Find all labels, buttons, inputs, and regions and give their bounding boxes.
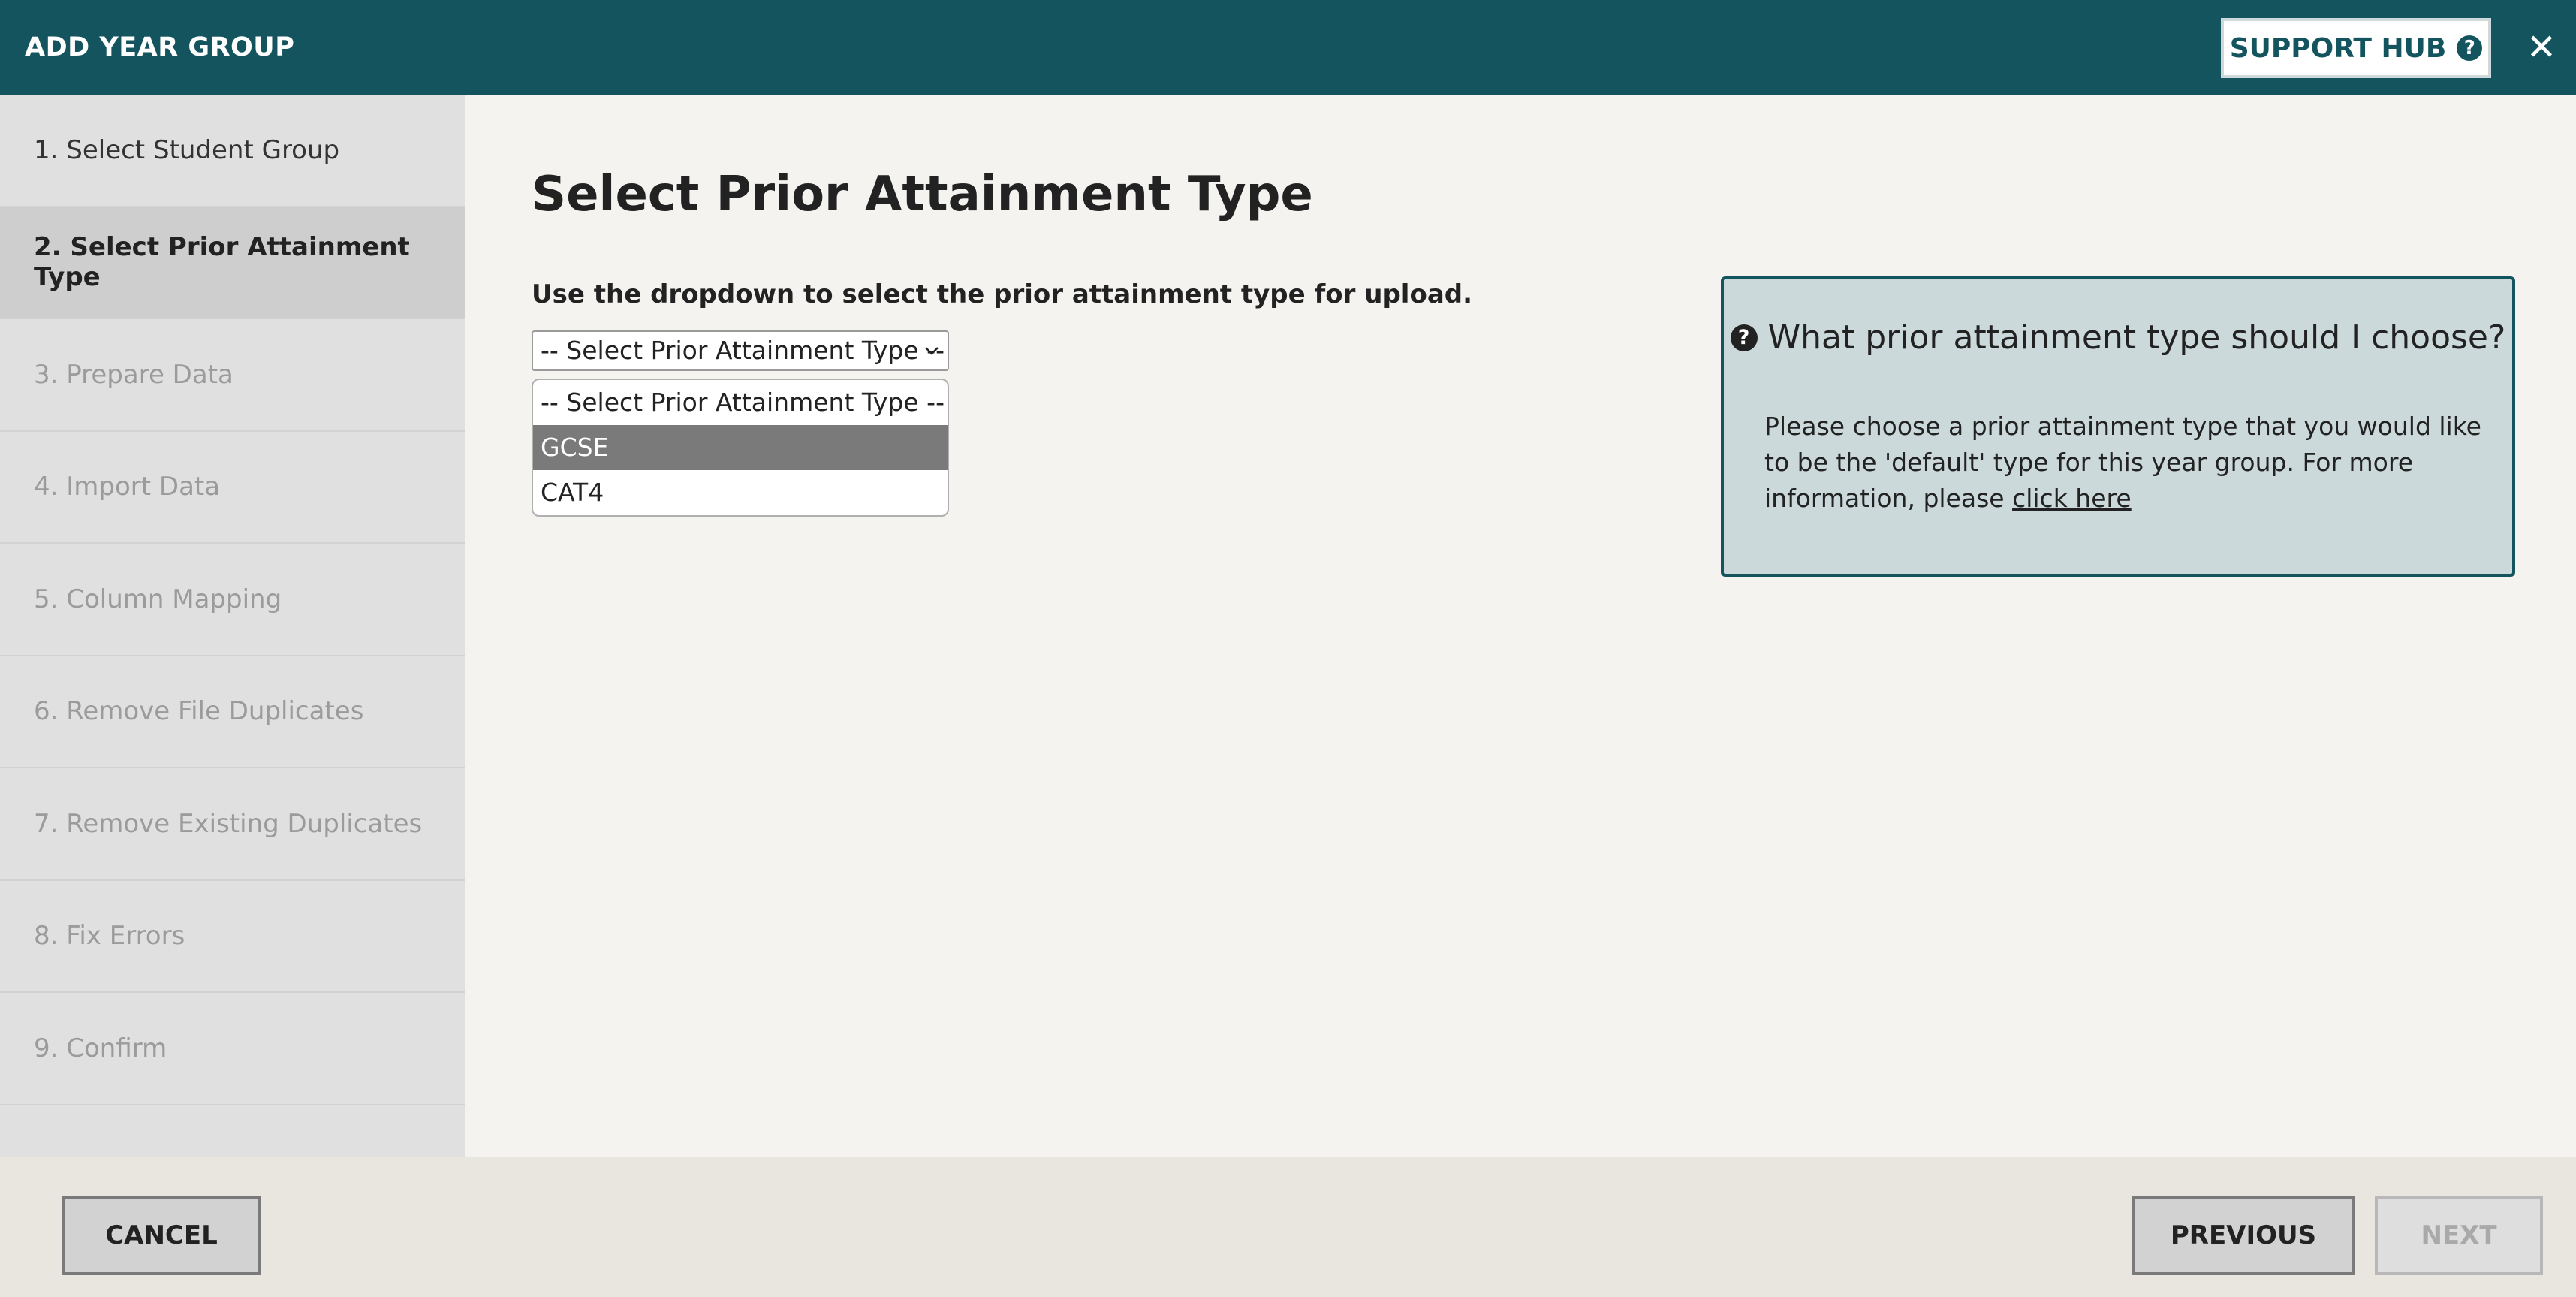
step-label: 4. Import Data <box>34 472 221 502</box>
step-label: 2. Select Prior Attainment Type <box>34 232 410 293</box>
step-remove-file-duplicates: 6. Remove File Duplicates <box>0 656 465 768</box>
help-info-box: ? What prior attainment type should I ch… <box>1721 276 2515 577</box>
app-header: ADD YEAR GROUP SUPPORT HUB ? ✕ <box>0 0 2576 95</box>
step-label: 3. Prepare Data <box>34 359 233 390</box>
previous-button[interactable]: PREVIOUS <box>2132 1196 2355 1275</box>
cancel-button[interactable]: CANCEL <box>62 1196 261 1275</box>
info-heading-text: What prior attainment type should I choo… <box>1767 318 2506 357</box>
prior-attainment-options: -- Select Prior Attainment Type -- GCSE … <box>532 379 949 517</box>
step-label: 1. Select Student Group <box>34 134 340 165</box>
next-button[interactable]: NEXT <box>2375 1196 2543 1275</box>
info-heading: ? What prior attainment type should I ch… <box>1724 318 2512 357</box>
main-content: Select Prior Attainment Type Use the dro… <box>465 95 2576 1157</box>
close-icon[interactable]: ✕ <box>2523 23 2560 72</box>
step-select-prior-attainment-type[interactable]: 2. Select Prior Attainment Type <box>0 207 465 319</box>
support-hub-label: SUPPORT HUB <box>2229 32 2447 64</box>
step-select-student-group[interactable]: 1. Select Student Group <box>0 95 465 207</box>
option-gcse[interactable]: GCSE <box>533 425 948 470</box>
wizard-footer: CANCEL PREVIOUS NEXT <box>0 1157 2576 1297</box>
step-label: 8. Fix Errors <box>34 921 185 952</box>
click-here-link[interactable]: click here <box>2012 484 2132 513</box>
step-remove-existing-duplicates: 7. Remove Existing Duplicates <box>0 768 465 881</box>
dialog-title: ADD YEAR GROUP <box>25 32 295 62</box>
step-label: 6. Remove File Duplicates <box>34 696 364 727</box>
select-value: -- Select Prior Attainment Type -- <box>541 336 945 365</box>
support-hub-button[interactable]: SUPPORT HUB ? <box>2221 18 2491 78</box>
page-title: Select Prior Attainment Type <box>532 167 1313 222</box>
option-cat4[interactable]: CAT4 <box>533 470 948 515</box>
option-placeholder[interactable]: -- Select Prior Attainment Type -- <box>533 380 948 425</box>
step-fix-errors: 8. Fix Errors <box>0 881 465 993</box>
step-confirm: 9. Confirm <box>0 993 465 1105</box>
step-prepare-data: 3. Prepare Data <box>0 319 465 432</box>
wizard-steps-sidebar: 1. Select Student Group 2. Select Prior … <box>0 95 465 1157</box>
info-body: Please choose a prior attainment type th… <box>1764 409 2485 517</box>
step-import-data: 4. Import Data <box>0 432 465 544</box>
step-column-mapping: 5. Column Mapping <box>0 544 465 656</box>
instruction-text: Use the dropdown to select the prior att… <box>532 279 1473 309</box>
question-circle-icon: ? <box>1730 324 1758 351</box>
step-label: 5. Column Mapping <box>34 584 282 614</box>
question-circle-icon: ? <box>2457 35 2483 61</box>
step-label: 9. Confirm <box>34 1033 167 1063</box>
prior-attainment-select[interactable]: -- Select Prior Attainment Type -- <box>532 330 949 371</box>
step-label: 7. Remove Existing Duplicates <box>34 808 423 839</box>
chevron-down-icon <box>925 347 939 355</box>
